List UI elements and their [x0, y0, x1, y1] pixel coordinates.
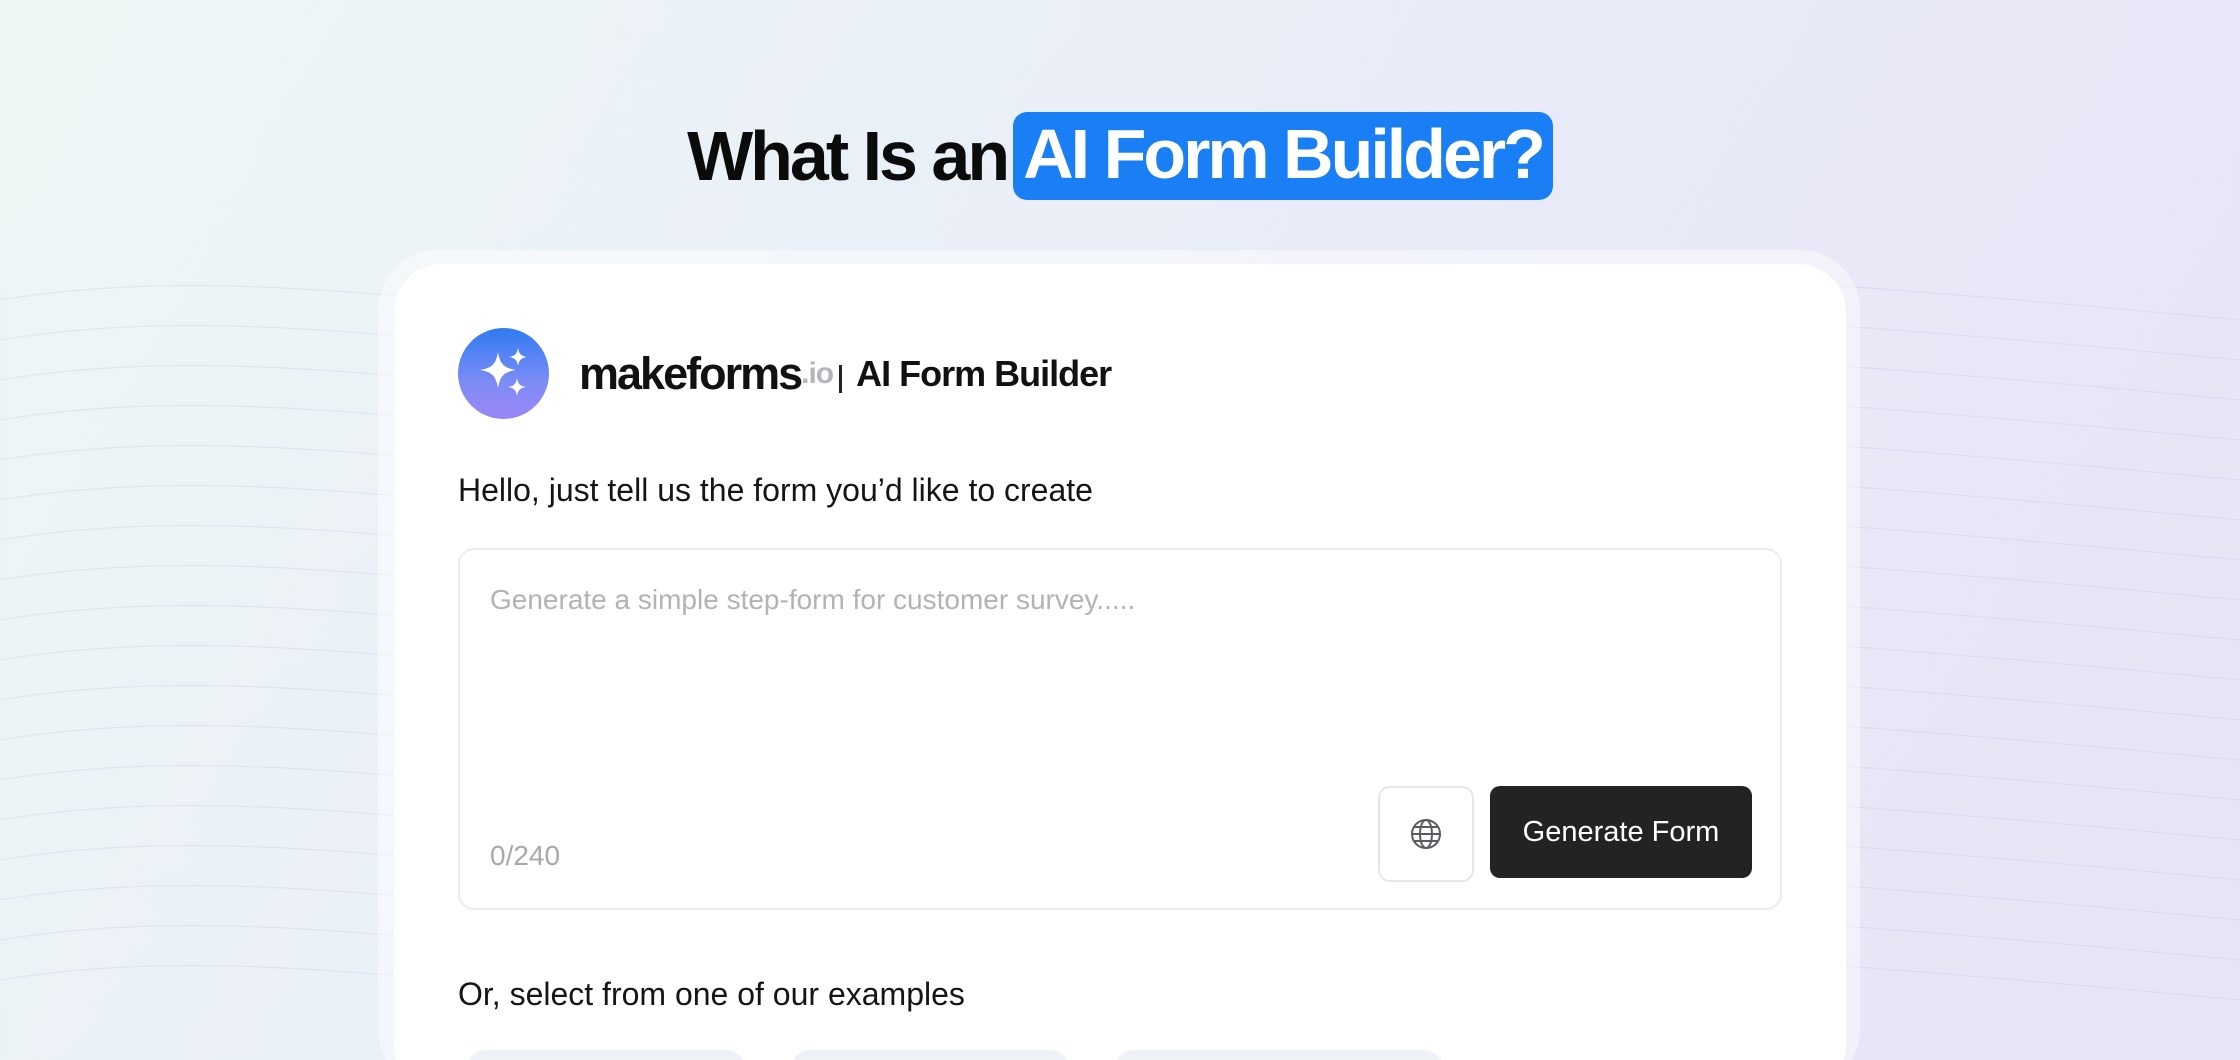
brand-suffix: .io	[801, 356, 834, 390]
brand-separator	[839, 364, 843, 393]
sparkles-icon	[458, 328, 549, 419]
headline-prefix: What Is an	[687, 117, 1010, 195]
prompt-input-box: 0/240 Generate Form	[458, 548, 1782, 910]
example-chip[interactable]	[790, 1050, 1070, 1060]
example-chip[interactable]	[466, 1050, 746, 1060]
page-headline: What Is an AI Form Builder?	[0, 112, 2240, 200]
example-chip[interactable]	[1114, 1050, 1444, 1060]
character-counter: 0/240	[490, 840, 561, 871]
brand-header: makeforms .io AI Form Builder	[458, 328, 1112, 419]
headline-highlight: AI Form Builder?	[1013, 112, 1553, 200]
globe-icon	[1411, 819, 1441, 849]
language-button[interactable]	[1378, 786, 1474, 882]
brand-product: AI Form Builder	[856, 352, 1112, 394]
examples-label: Or, select from one of our examples	[458, 976, 965, 1012]
prompt-label: Hello, just tell us the form you’d like …	[458, 472, 1093, 508]
generate-form-button[interactable]: Generate Form	[1490, 786, 1752, 878]
brand-name: makeforms	[579, 347, 803, 399]
prompt-textarea[interactable]	[490, 584, 1750, 744]
